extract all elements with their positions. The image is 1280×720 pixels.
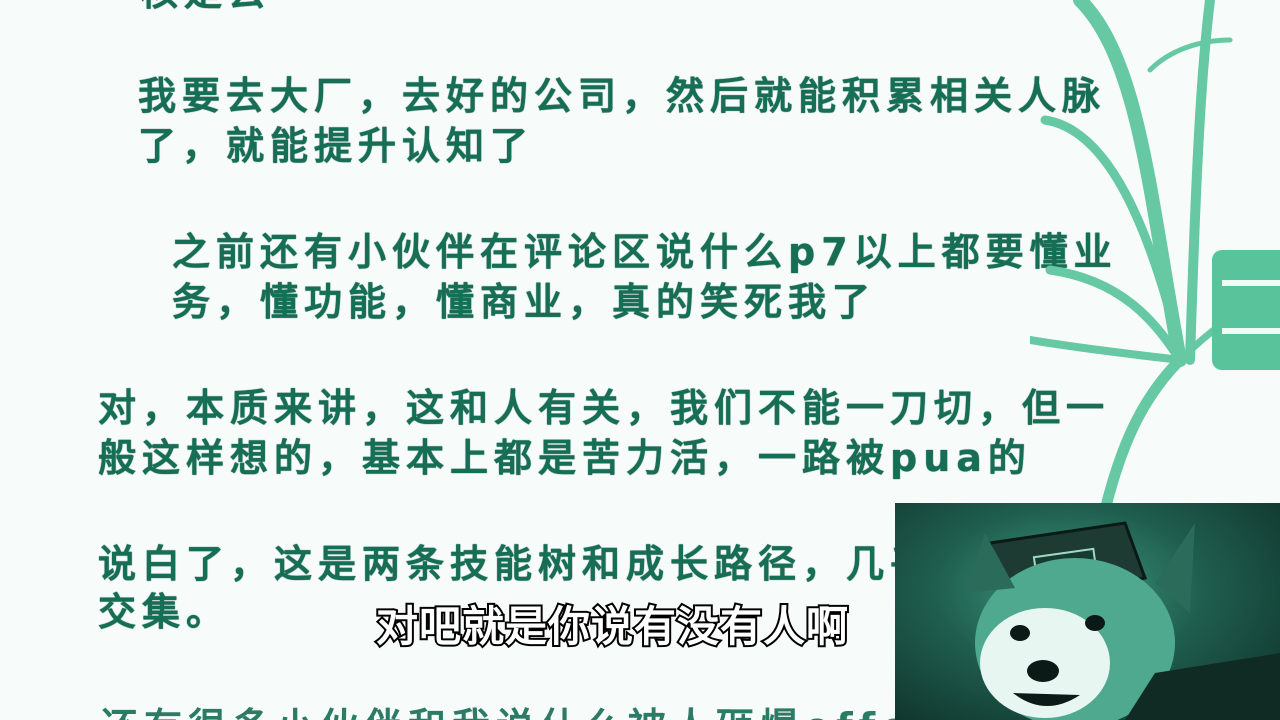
paragraph-2-line-2: 务，懂功能，懂商业，真的笑死我了 xyxy=(172,280,877,324)
paragraph-3-line-1: 对，本质来讲，这和人有关，我们不能一刀切，但一 xyxy=(98,386,1111,430)
paragraph-2-line-1: 之前还有小伙伴在评论区说什么p7以上都要懂业 xyxy=(172,230,1118,274)
subtitle-caption: 对吧就是你说有没有人啊 xyxy=(374,600,850,653)
paragraph-3-line-2: 般这样想的，基本上都是苦力活，一路被pua的 xyxy=(98,436,1032,480)
text-fragment-top: 核是去 xyxy=(140,0,272,14)
presenter-webcam xyxy=(895,503,1280,720)
paragraph-4-line-1: 说白了，这是两条技能树和成长路径，几乎没 xyxy=(98,542,979,586)
paragraph-4-line-2: 交集。 xyxy=(98,590,231,634)
green-tag-decoration xyxy=(1212,250,1280,370)
text-fragment-bottom: 还有很多小伙伴和我说什么被人砸爆offer就 xyxy=(100,696,982,720)
paragraph-1-line-1: 我要去大厂，去好的公司，然后就能积累相关人脉 xyxy=(138,74,1107,118)
paragraph-1-line-2: 了，就能提升认知了 xyxy=(138,124,535,168)
video-frame: 核是去 我要去大厂，去好的公司，然后就能积累相关人脉 了，就能提升认知了 之前还… xyxy=(0,0,1280,720)
red-panda-avatar-icon xyxy=(965,521,1280,720)
